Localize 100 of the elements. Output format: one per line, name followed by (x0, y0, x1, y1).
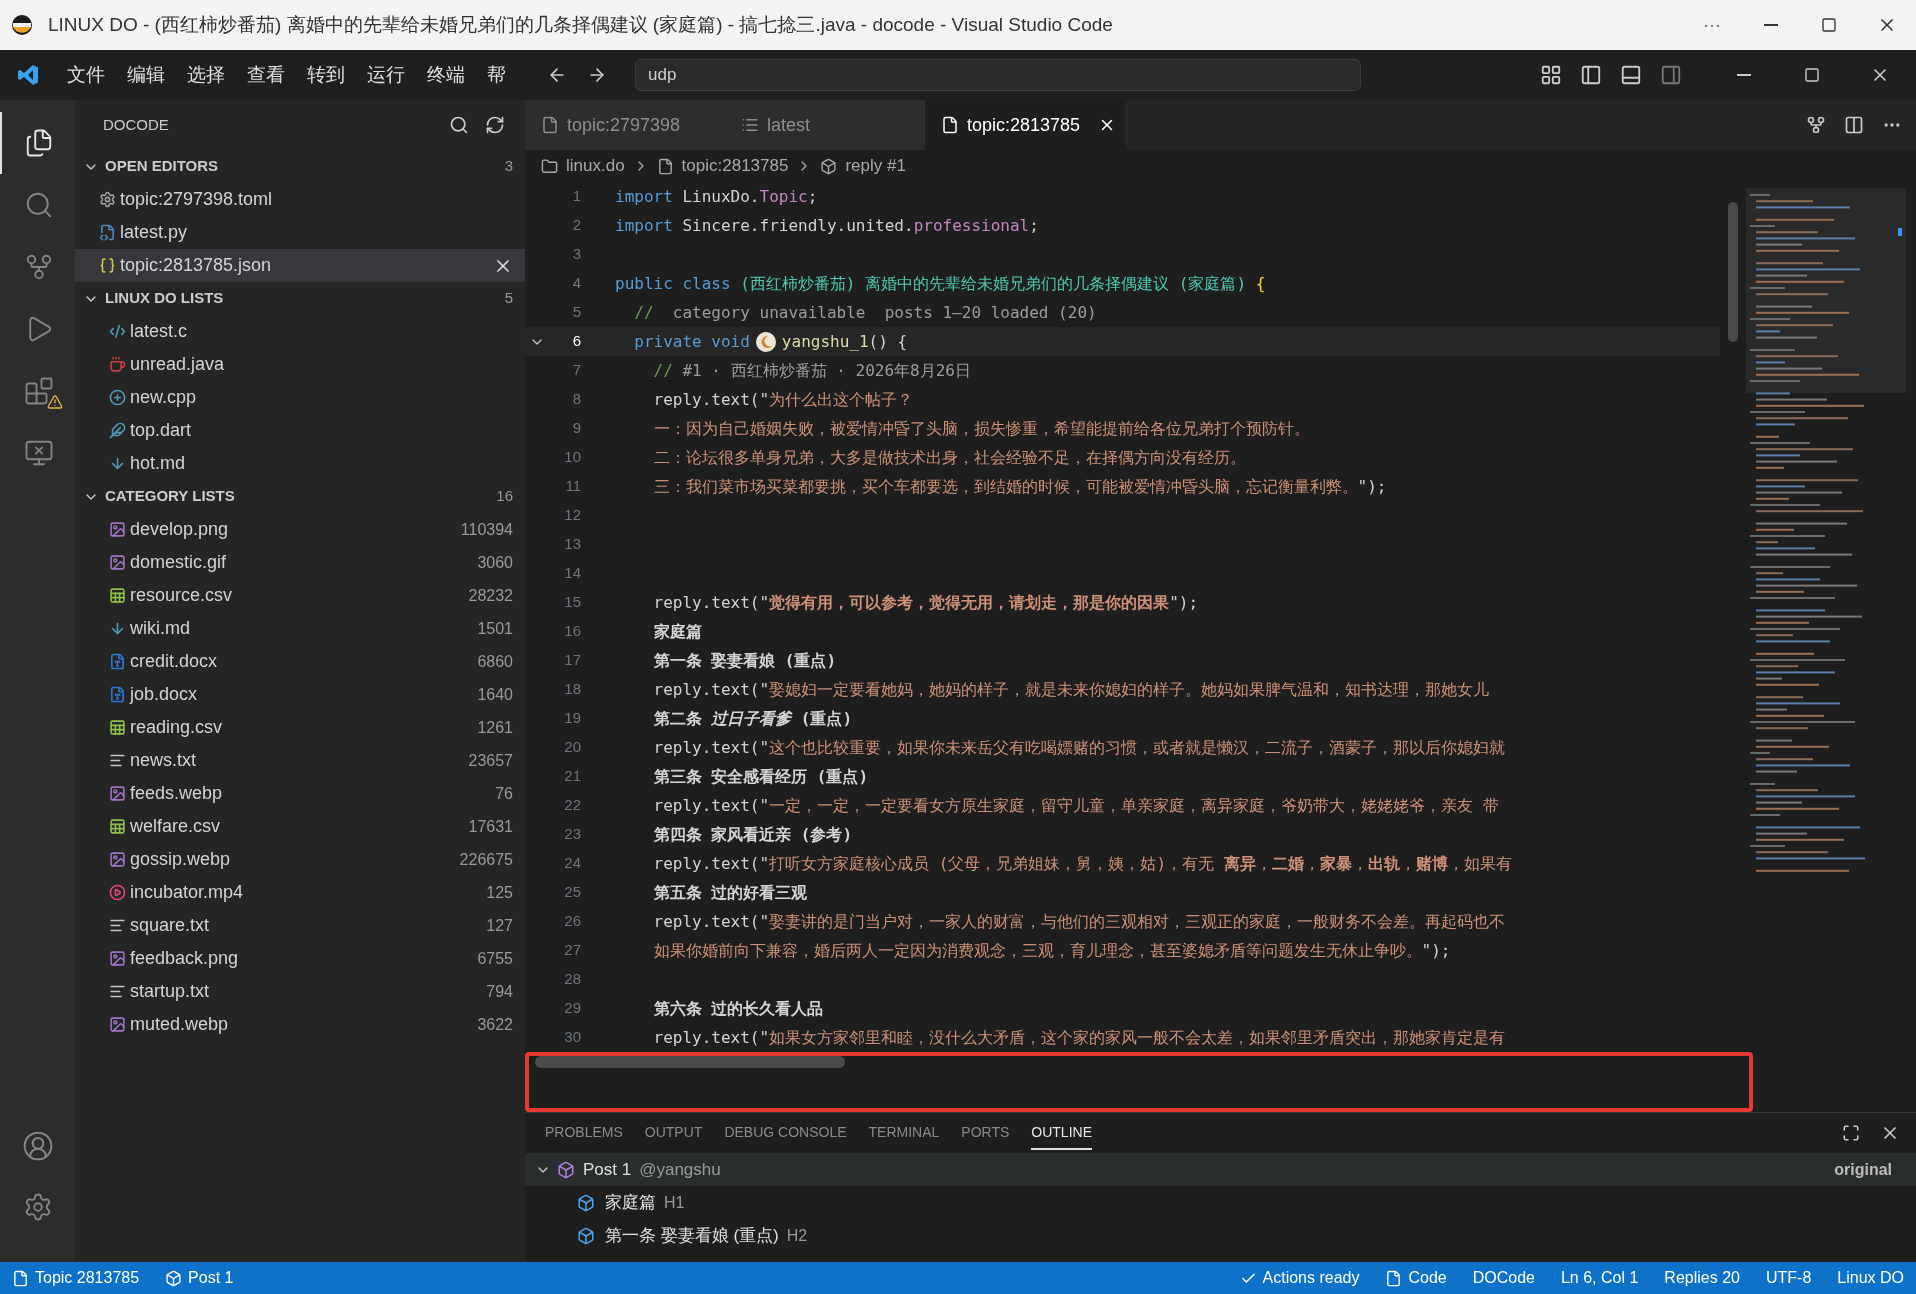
file-name: topic:2797398.toml (120, 188, 274, 211)
status-item[interactable]: Linux DO (1837, 1266, 1904, 1290)
status-item[interactable]: Code (1408, 1266, 1447, 1290)
scrollbar[interactable] (535, 1056, 845, 1068)
account-icon[interactable] (21, 1130, 54, 1162)
menu-item[interactable]: 查看 (236, 60, 296, 90)
app-icon (12, 15, 32, 35)
warning-icon (47, 394, 63, 410)
spreadsheet-icon (109, 587, 126, 604)
outline-row[interactable]: 第一条 娶妻看娘 (重点) H2 (525, 1219, 1916, 1252)
monitor-icon (23, 438, 54, 468)
file-item[interactable]: unread.java (75, 348, 525, 381)
menu-item[interactable]: 转到 (296, 60, 356, 90)
panel-tab[interactable]: OUTPUT (644, 1116, 703, 1150)
file-item[interactable]: muted.webp 3622 (75, 1008, 525, 1041)
menu-item[interactable]: 编辑 (116, 60, 176, 90)
search-icon[interactable] (449, 115, 469, 135)
menu-item[interactable]: 终端 (416, 60, 476, 90)
spreadsheet-icon (109, 719, 126, 736)
file-item[interactable]: hot.md (75, 447, 525, 480)
document-icon (109, 686, 126, 703)
file-item[interactable]: latest.c (75, 315, 525, 348)
outline-row[interactable]: Post 1 @yangshu original (525, 1153, 1916, 1186)
panel-tab[interactable]: PROBLEMS (545, 1116, 623, 1150)
menu-item[interactable]: 文件 (56, 60, 116, 90)
cube-icon (577, 1226, 595, 1245)
outline-row[interactable]: 家庭篇 H1 (525, 1186, 1916, 1219)
document-icon (109, 653, 126, 670)
status-item[interactable]: Post 1 (188, 1266, 234, 1290)
panel-toggle-icon[interactable] (1620, 64, 1642, 86)
breadcrumb-item[interactable]: reply #1 (845, 153, 906, 179)
panel-tab[interactable]: OUTLINE (1031, 1116, 1092, 1150)
menu-item[interactable]: 运行 (356, 60, 416, 90)
status-item[interactable]: Ln 6, Col 1 (1560, 1266, 1639, 1290)
menu-item[interactable]: 帮 (476, 60, 517, 90)
section-header[interactable]: OPEN EDITORS 3 (75, 150, 525, 183)
editor-tab[interactable]: latest (725, 100, 925, 150)
status-item[interactable]: Replies 20 (1664, 1266, 1740, 1290)
file-item[interactable]: domestic.gif 3060 (75, 546, 525, 579)
sidebar-toggle-icon[interactable] (1580, 64, 1602, 86)
file-item[interactable]: top.dart (75, 414, 525, 447)
file-item[interactable]: news.txt 23657 (75, 744, 525, 777)
panel-tab[interactable]: DEBUG CONSOLE (724, 1116, 847, 1150)
file-item[interactable]: latest.py (75, 216, 525, 249)
code-line: import Sincere.friendly.united.professional; (615, 214, 1039, 237)
editor-tab[interactable]: topic:2797398 (525, 100, 725, 150)
code-line: reply.text("娶妻讲的是门当户对，一家人的财富，与他们的三观相对，三观正的家庭，一般财务不会差。再起码也不 (652, 910, 1506, 933)
file-item[interactable]: feedback.png 6755 (75, 942, 525, 975)
breadcrumb-item[interactable]: linux.do (566, 153, 625, 179)
branch-icon[interactable] (1806, 115, 1826, 135)
code-line: 家庭篇 (652, 620, 702, 643)
section-header[interactable]: LINUX DO LISTS 5 (75, 282, 525, 315)
file-item[interactable]: startup.txt 794 (75, 975, 525, 1008)
breadcrumb-item[interactable]: topic:2813785 (681, 153, 789, 179)
file-item[interactable]: feeds.webp 76 (75, 777, 525, 810)
maximize-icon[interactable] (1842, 1124, 1860, 1142)
code-line: 第六条 过的长久看人品 (652, 997, 824, 1020)
file-item[interactable]: incubator.mp4 125 (75, 876, 525, 909)
refresh-icon[interactable] (485, 115, 505, 135)
file-item[interactable]: credit.docx 6860 (75, 645, 525, 678)
editor-tab[interactable]: topic:2813785 (925, 100, 1125, 150)
code-line: 第一条 娶妻看娘 (重点) (652, 649, 837, 672)
maximize-icon (1821, 17, 1837, 33)
outline-status-label: original (1834, 1159, 1892, 1180)
more-button[interactable]: ··· (1682, 11, 1742, 39)
file-item[interactable]: job.docx 1640 (75, 678, 525, 711)
file-item[interactable]: square.txt 127 (75, 909, 525, 942)
file-name: latest.py (120, 221, 189, 244)
status-item[interactable]: UTF-8 (1765, 1266, 1812, 1290)
gear-icon (99, 191, 116, 208)
menu-item[interactable]: 选择 (176, 60, 236, 90)
layout-icon[interactable] (1540, 64, 1562, 86)
code-line: 三：我们菜市场买菜都要挑，买个车都要选，到结婚的时候，可能被爱情冲昏头脑，忘记衡量利弊。"); (652, 475, 1387, 498)
file-item[interactable]: resource.csv 28232 (75, 579, 525, 612)
file-item[interactable]: reading.csv 1261 (75, 711, 525, 744)
image-icon (109, 554, 126, 571)
section-title: CATEGORY LISTS (105, 486, 236, 507)
search-field[interactable]: udp (635, 59, 1361, 91)
file-item[interactable]: gossip.webp 226675 (75, 843, 525, 876)
down-arrow-icon (109, 620, 126, 637)
file-name: topic:2813785.json (120, 254, 273, 277)
scrollbar[interactable] (1728, 202, 1738, 342)
status-item[interactable]: Actions ready (1262, 1266, 1360, 1290)
tab-label: topic:2797398 (567, 113, 681, 137)
panel-tab[interactable]: TERMINAL (868, 1116, 940, 1150)
file-name: reading.csv (130, 716, 224, 739)
section-header[interactable]: CATEGORY LISTS 16 (75, 480, 525, 513)
file-item[interactable]: welfare.csv 17631 (75, 810, 525, 843)
file-item[interactable]: new.cpp (75, 381, 525, 414)
file-item[interactable]: topic:2813785.json (75, 249, 525, 282)
file-item[interactable]: topic:2797398.toml (75, 183, 525, 216)
status-item[interactable]: Topic 2813785 (35, 1266, 140, 1290)
status-item[interactable]: DOCode (1472, 1266, 1535, 1290)
panel-tab[interactable]: PORTS (961, 1116, 1010, 1150)
line-number: 29 (563, 998, 581, 1019)
split-editor-icon[interactable] (1844, 115, 1864, 135)
secondary-sidebar-icon[interactable] (1660, 64, 1682, 86)
file-item[interactable]: develop.png 110394 (75, 513, 525, 546)
file-count: 3622 (477, 1014, 513, 1035)
file-item[interactable]: wiki.md 1501 (75, 612, 525, 645)
